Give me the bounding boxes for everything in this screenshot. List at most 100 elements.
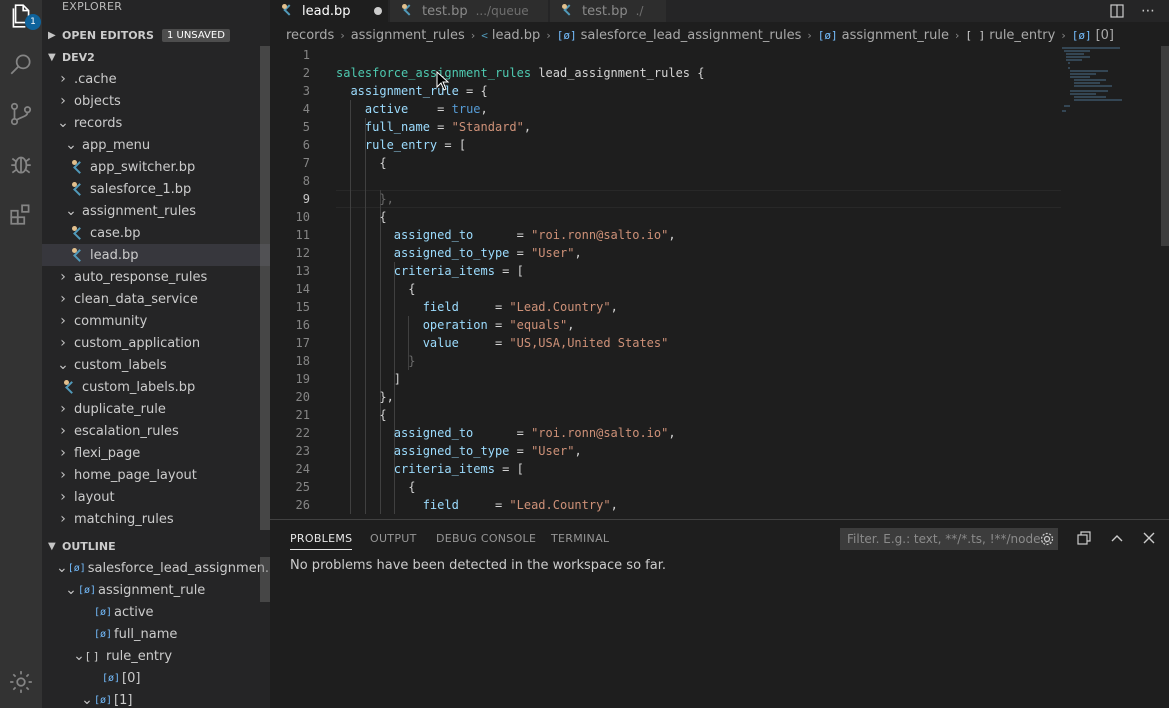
gear-icon[interactable] bbox=[5, 666, 37, 698]
code-line[interactable]: assigned_to_type = "User", assigned_to_t… bbox=[336, 444, 582, 458]
chevron-right-icon: ▶ bbox=[48, 29, 56, 41]
tree-folder[interactable]: › custom_application bbox=[42, 332, 270, 354]
code-line[interactable]: rule_entry = [ rule_entry = [ bbox=[336, 138, 466, 152]
code-line[interactable]: { { bbox=[336, 480, 415, 494]
files-icon[interactable]: 1 bbox=[5, 0, 41, 32]
tree-folder[interactable]: › home_page_layout bbox=[42, 464, 270, 486]
tab-terminal[interactable]: TERMINAL bbox=[551, 532, 609, 545]
tab-problems[interactable]: PROBLEMS bbox=[290, 532, 353, 550]
code-line[interactable]: ] ] bbox=[336, 372, 401, 386]
breadcrumb-item[interactable]: [ ] rule_entry › bbox=[965, 28, 1071, 43]
code-line[interactable]: { { bbox=[336, 282, 415, 296]
editor-scrollbar[interactable] bbox=[1161, 46, 1169, 246]
tree-folder[interactable]: › .cache bbox=[42, 68, 270, 90]
minimap[interactable] bbox=[1060, 46, 1160, 116]
code-line[interactable]: assigned_to = "roi.ronn@salto.io", assig… bbox=[336, 426, 676, 440]
code-line[interactable]: criteria_items = [ criteria_items = [ bbox=[336, 264, 524, 278]
unsaved-badge: 1 UNSAVED bbox=[161, 28, 230, 42]
tree-folder[interactable]: ⌄ records bbox=[42, 112, 270, 134]
open-editors-header[interactable]: ▶ OPEN EDITORS 1 UNSAVED bbox=[42, 24, 270, 46]
tab-test-bp-queue[interactable]: test.bp .../queue bbox=[390, 0, 548, 22]
tree-file[interactable]: lead.bp bbox=[42, 244, 270, 266]
outline-item[interactable]: [ø] [0] bbox=[42, 667, 270, 689]
tree-file[interactable]: case.bp bbox=[42, 222, 270, 244]
workspace-header[interactable]: ▼ DEV2 bbox=[42, 46, 270, 68]
breadcrumb-item[interactable]: [ø] [0] bbox=[1072, 28, 1114, 43]
chevron-right-icon: › bbox=[60, 423, 66, 439]
code-line[interactable]: salesforce_assignment_rules lead_assignm… bbox=[336, 66, 704, 80]
code-line[interactable]: { { bbox=[336, 408, 386, 422]
outline-header[interactable]: ▼ OUTLINE bbox=[42, 535, 270, 557]
code-line[interactable]: assigned_to = "roi.ronn@salto.io", assig… bbox=[336, 228, 676, 242]
tree-folder[interactable]: › auto_response_rules bbox=[42, 266, 270, 288]
breadcrumb-item[interactable]: < lead.bp › bbox=[481, 28, 557, 43]
tab-lead-bp[interactable]: lead.bp bbox=[270, 0, 388, 22]
code-line[interactable]: }, }, bbox=[336, 390, 393, 404]
tree-folder[interactable]: › layout bbox=[42, 486, 270, 508]
outline-item[interactable]: ⌄ [ø] salesforce_lead_assignmen... bbox=[42, 557, 270, 579]
tree-folder[interactable]: ⌄ custom_labels bbox=[42, 354, 270, 376]
breadcrumb-item[interactable]: records › bbox=[286, 28, 351, 43]
tree-folder[interactable]: › duplicate_rule bbox=[42, 398, 270, 420]
tree-folder[interactable]: › flexi_page bbox=[42, 442, 270, 464]
tree-file[interactable]: app_switcher.bp bbox=[42, 156, 270, 178]
close-panel-icon[interactable] bbox=[1139, 528, 1159, 548]
debug-icon[interactable] bbox=[5, 148, 37, 180]
more-actions-icon[interactable]: ⋯ bbox=[1138, 0, 1158, 22]
code-line[interactable]: operation = "equals", operation = "equal… bbox=[336, 318, 575, 332]
maximize-panel-icon[interactable] bbox=[1107, 528, 1127, 548]
outline-item[interactable]: ⌄[ ] rule_entry bbox=[42, 645, 270, 667]
modified-dot-icon[interactable] bbox=[374, 7, 383, 15]
variable-icon: [ø] bbox=[67, 562, 86, 574]
tab-test-bp-root[interactable]: test.bp ./ bbox=[550, 0, 666, 22]
collapse-all-icon[interactable] bbox=[1074, 528, 1094, 548]
tree-file[interactable]: custom_labels.bp bbox=[42, 376, 270, 398]
tree-folder[interactable]: › objects bbox=[42, 90, 270, 112]
code-line[interactable]: assigned_to_type = "User", assigned_to_t… bbox=[336, 246, 582, 260]
extensions-icon[interactable] bbox=[5, 198, 37, 230]
code-line[interactable]: } } bbox=[336, 354, 415, 368]
code-line[interactable]: { { bbox=[336, 210, 386, 224]
tree-folder[interactable]: › matching_rules bbox=[42, 508, 270, 530]
outline-item[interactable]: ⌄ [ø] assignment_rule bbox=[42, 579, 270, 601]
code-line[interactable]: }, }, bbox=[336, 192, 393, 206]
outline-item[interactable]: [ø] active bbox=[42, 601, 270, 623]
line-number: 23 bbox=[295, 444, 310, 458]
code-line[interactable]: field = "Lead.Country", field = "Lead.Co… bbox=[336, 498, 618, 512]
search-icon[interactable] bbox=[5, 48, 37, 80]
outline-item[interactable]: [ø] full_name bbox=[42, 623, 270, 645]
tab-debug-console[interactable]: DEBUG CONSOLE bbox=[436, 532, 536, 545]
problems-filter-input[interactable]: Filter. E.g.: text, **/*.ts, !**/node... bbox=[840, 528, 1058, 550]
breadcrumb-item[interactable]: assignment_rules › bbox=[351, 28, 482, 43]
split-editor-icon[interactable] bbox=[1107, 0, 1127, 22]
tree-item-label: layout bbox=[74, 489, 115, 505]
tree-folder[interactable]: ⌄ assignment_rules bbox=[42, 200, 270, 222]
code-line[interactable]: criteria_items = [ criteria_items = [ bbox=[336, 462, 524, 476]
code-line[interactable]: { { bbox=[336, 156, 386, 170]
tab-description: .../queue bbox=[475, 4, 529, 18]
code-line[interactable]: field = "Lead.Country", field = "Lead.Co… bbox=[336, 300, 618, 314]
filter-settings-icon[interactable] bbox=[1037, 529, 1057, 549]
tree-folder[interactable]: ⌄ app_menu bbox=[42, 134, 270, 156]
bp-file-icon bbox=[282, 4, 296, 18]
tree-file[interactable]: salesforce_1.bp bbox=[42, 178, 270, 200]
code-editor[interactable]: 1 2 salesforce_assignment_rules lead_assig… bbox=[270, 46, 1169, 518]
tree-item-label: clean_data_service bbox=[74, 291, 198, 307]
code-line[interactable]: active = true, active = true, bbox=[336, 102, 488, 116]
code-line[interactable]: assignment_rule = { assignment_rule = { bbox=[336, 84, 487, 98]
tree-folder[interactable]: › clean_data_service bbox=[42, 288, 270, 310]
tree-item-label: .cache bbox=[74, 71, 117, 87]
tree-folder[interactable]: › community bbox=[42, 310, 270, 332]
code-line[interactable]: value = "US,USA,United States" value = "… bbox=[336, 336, 669, 350]
tree-folder[interactable]: › escalation_rules bbox=[42, 420, 270, 442]
source-control-icon[interactable] bbox=[5, 98, 37, 130]
variable-icon: [ø] bbox=[817, 28, 838, 42]
chevron-right-icon: › bbox=[60, 401, 66, 417]
breadcrumb-item[interactable]: [ø] salesforce_lead_assignment_rules › bbox=[557, 28, 818, 43]
tree-scrollbar[interactable] bbox=[260, 46, 270, 530]
outline-item[interactable]: ⌄ [ø] [1] bbox=[42, 689, 270, 708]
tab-output[interactable]: OUTPUT bbox=[370, 532, 417, 545]
outline-scrollbar[interactable] bbox=[260, 557, 270, 602]
breadcrumb-item[interactable]: [ø] assignment_rule › bbox=[818, 28, 966, 43]
code-line[interactable]: full_name = "Standard", full_name = "Sta… bbox=[336, 120, 531, 134]
